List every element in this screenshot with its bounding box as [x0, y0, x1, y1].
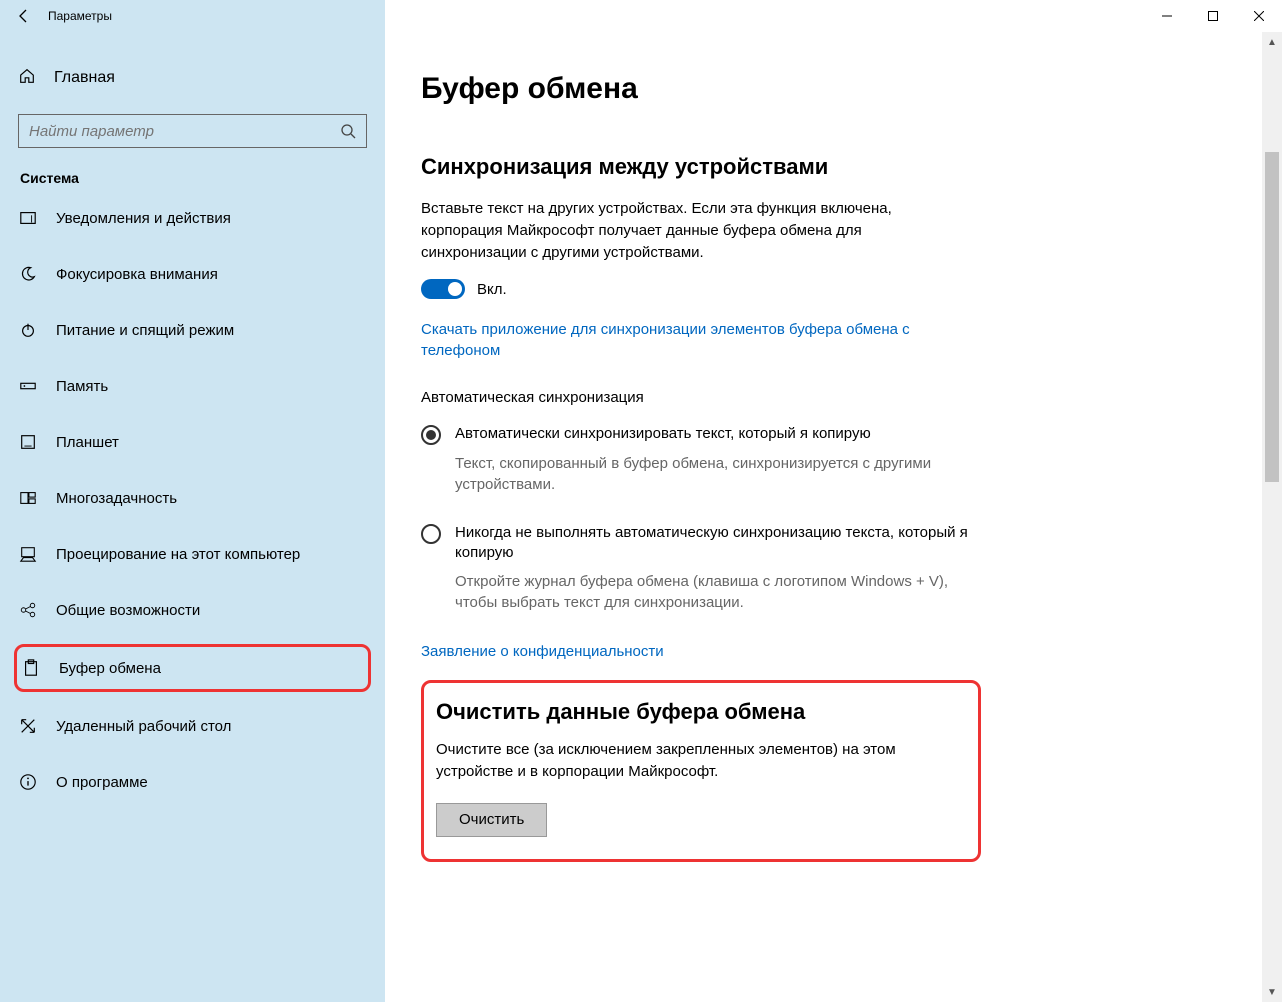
- sidebar-home[interactable]: Главная: [0, 56, 385, 100]
- sidebar-item-label: Удаленный рабочий стол: [56, 718, 231, 735]
- clear-button[interactable]: Очистить: [436, 803, 547, 837]
- back-button[interactable]: [0, 0, 48, 32]
- sidebar-item-projecting[interactable]: Проецирование на этот компьютер: [0, 532, 385, 576]
- storage-icon: [18, 377, 38, 395]
- sync-toggle[interactable]: [421, 279, 465, 299]
- sync-heading: Синхронизация между устройствами: [421, 154, 1282, 180]
- radio-auto-sync[interactable]: Автоматически синхронизировать текст, ко…: [421, 424, 981, 444]
- tablet-icon: [18, 433, 38, 451]
- radio-never-sync[interactable]: Никогда не выполнять автоматическую синх…: [421, 523, 981, 564]
- sidebar-item-remote[interactable]: Удаленный рабочий стол: [0, 704, 385, 748]
- clear-heading: Очистить данные буфера обмена: [436, 699, 956, 725]
- radio-auto-sync-desc: Текст, скопированный в буфер обмена, син…: [455, 453, 955, 495]
- scrollbar[interactable]: ▲ ▼: [1262, 32, 1282, 1002]
- minimize-button[interactable]: [1144, 0, 1190, 32]
- sync-description: Вставьте текст на других устройствах. Ес…: [421, 198, 961, 263]
- scroll-down-icon[interactable]: ▼: [1262, 982, 1282, 1002]
- sync-toggle-label: Вкл.: [477, 281, 507, 298]
- share-icon: [18, 601, 38, 619]
- sidebar: Главная Система Уведомления и действия Ф…: [0, 32, 385, 1002]
- sidebar-item-power[interactable]: Питание и спящий режим: [0, 308, 385, 352]
- scroll-thumb[interactable]: [1265, 152, 1279, 482]
- home-icon: [18, 67, 36, 90]
- radio-never-sync-desc: Откройте журнал буфера обмена (клавиша с…: [455, 571, 955, 613]
- privacy-link[interactable]: Заявление о конфиденциальности: [421, 641, 981, 662]
- search-icon: [340, 123, 356, 139]
- sidebar-item-label: Общие возможности: [56, 602, 200, 619]
- moon-icon: [18, 265, 38, 283]
- clear-description: Очистите все (за исключением закрепленны…: [436, 739, 956, 783]
- close-button[interactable]: [1236, 0, 1282, 32]
- sidebar-item-label: Буфер обмена: [59, 660, 161, 677]
- projecting-icon: [18, 545, 38, 563]
- sidebar-item-label: Уведомления и действия: [56, 210, 231, 227]
- sidebar-item-storage[interactable]: Память: [0, 364, 385, 408]
- sidebar-item-focus[interactable]: Фокусировка внимания: [0, 252, 385, 296]
- sidebar-item-clipboard[interactable]: Буфер обмена: [14, 644, 371, 692]
- multitask-icon: [18, 489, 38, 507]
- power-icon: [18, 321, 38, 339]
- clipboard-icon: [21, 659, 41, 677]
- clear-clipboard-section: Очистить данные буфера обмена Очистите в…: [421, 680, 981, 862]
- sidebar-item-shared[interactable]: Общие возможности: [0, 588, 385, 632]
- sidebar-item-label: Многозадачность: [56, 490, 177, 507]
- search-input[interactable]: [29, 123, 340, 140]
- maximize-button[interactable]: [1190, 0, 1236, 32]
- sync-app-link[interactable]: Скачать приложение для синхронизации эле…: [421, 319, 981, 361]
- sidebar-item-about[interactable]: О программе: [0, 760, 385, 804]
- scroll-up-icon[interactable]: ▲: [1262, 32, 1282, 52]
- window-title: Параметры: [48, 9, 112, 23]
- info-icon: [18, 773, 38, 791]
- sidebar-section: Система: [0, 170, 385, 196]
- sidebar-item-multitask[interactable]: Многозадачность: [0, 476, 385, 520]
- radio-icon: [421, 425, 441, 445]
- sidebar-item-label: Проецирование на этот компьютер: [56, 546, 300, 563]
- page-title: Буфер обмена: [421, 72, 1282, 106]
- radio-label: Никогда не выполнять автоматическую синх…: [455, 523, 981, 564]
- sidebar-item-tablet[interactable]: Планшет: [0, 420, 385, 464]
- sidebar-item-label: Фокусировка внимания: [56, 266, 218, 283]
- auto-sync-heading: Автоматическая синхронизация: [421, 389, 1282, 406]
- sidebar-home-label: Главная: [54, 69, 115, 87]
- sidebar-item-label: Планшет: [56, 434, 119, 451]
- sidebar-item-label: Питание и спящий режим: [56, 322, 234, 339]
- radio-icon: [421, 524, 441, 544]
- sidebar-item-label: Память: [56, 378, 108, 395]
- remote-icon: [18, 717, 38, 735]
- sidebar-item-notifications[interactable]: Уведомления и действия: [0, 196, 385, 240]
- radio-label: Автоматически синхронизировать текст, ко…: [455, 424, 871, 444]
- sidebar-item-label: О программе: [56, 774, 148, 791]
- notifications-icon: [18, 209, 38, 227]
- content-pane: Буфер обмена Синхронизация между устройс…: [385, 32, 1282, 1002]
- search-box[interactable]: [18, 114, 367, 148]
